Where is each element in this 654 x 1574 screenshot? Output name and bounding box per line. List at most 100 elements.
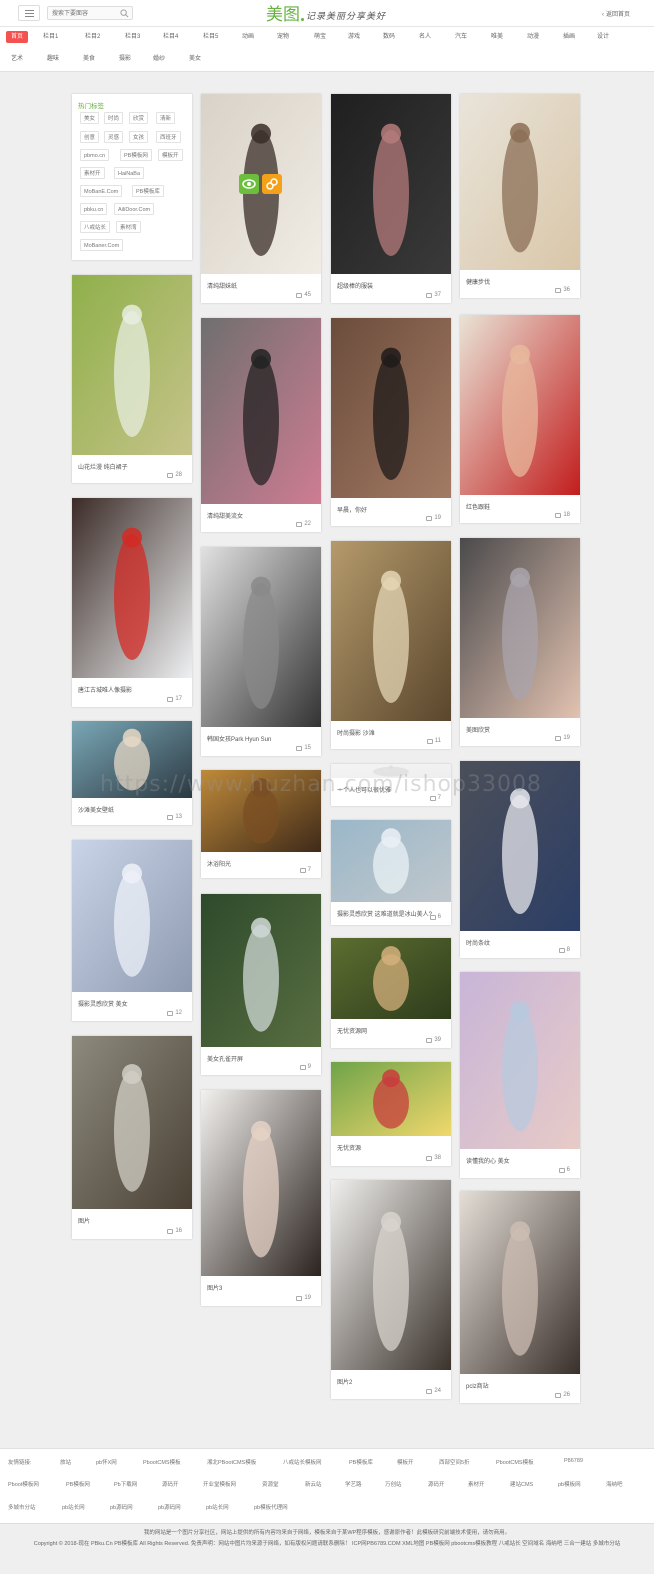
category-tab[interactable]: 栏目4 (160, 31, 181, 43)
category-tab[interactable]: 萌宝 (311, 31, 329, 43)
hot-tag[interactable]: 欣赏 (129, 112, 149, 124)
hot-tag[interactable]: MoBaner.Com (80, 239, 124, 251)
hot-tag[interactable]: HaiNaBa (114, 167, 145, 179)
photo-thumbnail[interactable] (331, 820, 451, 902)
category-tab[interactable]: 趣味 (44, 53, 62, 65)
photo-title[interactable]: 韩国女孩Park Hyun Sun (207, 734, 271, 743)
photo-card[interactable]: 图片3 19 (201, 1090, 321, 1306)
photo-thumbnail[interactable] (72, 1036, 192, 1209)
category-tab[interactable]: 美食 (80, 53, 98, 65)
friend-link[interactable]: PbootCMS模板 (143, 1458, 181, 1466)
hot-tag[interactable]: PB模板库 (132, 185, 164, 197)
site-logo[interactable]: 美图 记录美丽分享美好 (266, 1, 386, 26)
photo-title[interactable]: pclz商站 (466, 1381, 489, 1390)
friend-link[interactable]: 八戒站长模板网 (283, 1458, 322, 1466)
friend-link[interactable]: PbootCMS模板 (496, 1458, 534, 1466)
friend-link[interactable]: 资源堂 (262, 1480, 279, 1488)
category-tab[interactable]: 栏目1 (40, 31, 61, 43)
photo-card[interactable]: 山花烂漫 纯白裙子 28 (72, 275, 192, 483)
search-icon[interactable] (120, 9, 129, 18)
hot-tag[interactable]: PB模板网 (120, 149, 152, 161)
photo-title[interactable]: 沙滩美女壁纸 (78, 805, 114, 814)
photo-title[interactable]: 红色跟鞋 (466, 502, 490, 511)
friend-link[interactable]: 旅站 (60, 1458, 71, 1466)
photo-title[interactable]: 摄影灵感欣赏 这难道就是冰山美人? (337, 909, 432, 918)
photo-title[interactable]: 沐浴阳光 (207, 859, 231, 868)
category-tab[interactable]: 游戏 (345, 31, 363, 43)
hot-tag[interactable]: AiliDoor.Com (114, 203, 155, 215)
category-tab[interactable]: 首页 (6, 31, 29, 43)
photo-card[interactable]: 读懂我的心 美女 6 (460, 972, 580, 1178)
photo-title[interactable]: 早晨，你好 (337, 505, 367, 514)
friend-link[interactable]: pb怀X网 (96, 1458, 117, 1466)
category-tab[interactable]: 汽车 (452, 31, 470, 43)
photo-thumbnail[interactable] (72, 840, 192, 992)
photo-title[interactable]: 时尚摄影 沙滩 (337, 728, 375, 737)
photo-title[interactable]: 超级棒的服装 (337, 281, 373, 290)
photo-thumbnail[interactable] (201, 318, 321, 504)
photo-card[interactable]: 清纯甜妹纸 45 (201, 94, 321, 303)
photo-title[interactable]: 美图欣赏 (466, 725, 490, 734)
photo-title[interactable]: 清纯甜美流女 (207, 511, 243, 520)
photo-card[interactable]: 美女孔雀开屏 9 (201, 894, 321, 1075)
photo-title[interactable]: 读懂我的心 美女 (466, 1156, 510, 1165)
category-tab[interactable]: 设计 (594, 31, 612, 43)
hot-tag[interactable]: pbku.cn (80, 203, 108, 215)
hot-tag[interactable]: 素材开 (80, 167, 105, 179)
friend-link[interactable]: 湘北PBootCMS模板 (207, 1458, 256, 1466)
photo-title[interactable]: 唐江古城唯人像摄影 (78, 685, 132, 694)
photo-card[interactable]: 美图欣赏 19 (460, 538, 580, 746)
friend-link[interactable]: 建站CMS (510, 1480, 533, 1488)
friend-link[interactable]: pb模板网 (558, 1480, 581, 1488)
photo-card[interactable]: 时尚摄影 沙滩 11 (331, 541, 451, 749)
friend-link[interactable]: 万创站 (385, 1480, 402, 1488)
photo-card[interactable]: 清纯甜美流女 22 (201, 318, 321, 532)
hot-tag[interactable]: 时尚 (104, 112, 124, 124)
link-icon[interactable] (262, 174, 282, 194)
photo-card[interactable]: 无忧资源 38 (331, 1062, 451, 1166)
friend-link[interactable]: Pboot模板网 (8, 1480, 39, 1488)
category-tab[interactable]: 美女 (186, 53, 204, 65)
hot-tag[interactable]: 美女 (80, 112, 100, 124)
photo-thumbnail[interactable] (72, 498, 192, 678)
hot-tag[interactable]: 西班牙 (156, 131, 181, 143)
category-tab[interactable]: 栏目5 (200, 31, 221, 43)
category-tab[interactable]: 动画 (239, 31, 257, 43)
photo-thumbnail[interactable] (460, 538, 580, 718)
photo-thumbnail[interactable] (331, 318, 451, 498)
search-input[interactable] (52, 8, 120, 19)
photo-thumbnail[interactable] (201, 894, 321, 1047)
friend-link[interactable]: PB模板库 (349, 1458, 373, 1466)
friend-link[interactable]: 源码开 (428, 1480, 445, 1488)
hot-tag[interactable]: 模板开 (158, 149, 183, 161)
photo-title[interactable]: 美女孔雀开屏 (207, 1054, 243, 1063)
friend-link[interactable]: 多城市分站 (8, 1503, 36, 1511)
friend-link[interactable]: pb站长网 (62, 1503, 85, 1511)
photo-card[interactable]: 早晨，你好 19 (331, 318, 451, 526)
category-tab[interactable]: 栏目2 (82, 31, 103, 43)
photo-title[interactable]: 摄影灵感欣赏 美女 (78, 999, 128, 1008)
hot-tag[interactable]: 创意 (80, 131, 100, 143)
category-tab[interactable]: 插画 (560, 31, 578, 43)
photo-title[interactable]: 图片3 (207, 1283, 222, 1292)
friend-link[interactable]: pb源码网 (110, 1503, 133, 1511)
friend-link[interactable]: 源码开 (162, 1480, 179, 1488)
friend-link[interactable]: 海纳吧 (606, 1480, 623, 1488)
photo-thumbnail[interactable] (460, 1191, 580, 1374)
friend-link[interactable]: 素材开 (468, 1480, 485, 1488)
friend-link[interactable]: 西部空间5折 (439, 1458, 470, 1466)
hot-tag[interactable]: 灵感 (104, 131, 124, 143)
photo-card[interactable]: 健康步伐 36 (460, 94, 580, 298)
category-tab[interactable]: 唯美 (488, 31, 506, 43)
photo-title[interactable]: 无忧资源网 (337, 1026, 367, 1035)
hot-tag[interactable]: 八戒站长 (80, 221, 111, 233)
photo-thumbnail[interactable] (331, 938, 451, 1019)
friend-link[interactable]: pb源码网 (158, 1503, 181, 1511)
photo-thumbnail[interactable] (331, 541, 451, 721)
category-tab[interactable]: 摄影 (116, 53, 134, 65)
photo-card[interactable]: 摄影灵感欣赏 这难道就是冰山美人? 6 (331, 820, 451, 925)
hot-tag[interactable]: 女孩 (129, 131, 149, 143)
photo-title[interactable]: 图片 (78, 1216, 90, 1225)
friend-link[interactable]: pb站长网 (206, 1503, 229, 1511)
photo-thumbnail[interactable] (201, 1090, 321, 1276)
